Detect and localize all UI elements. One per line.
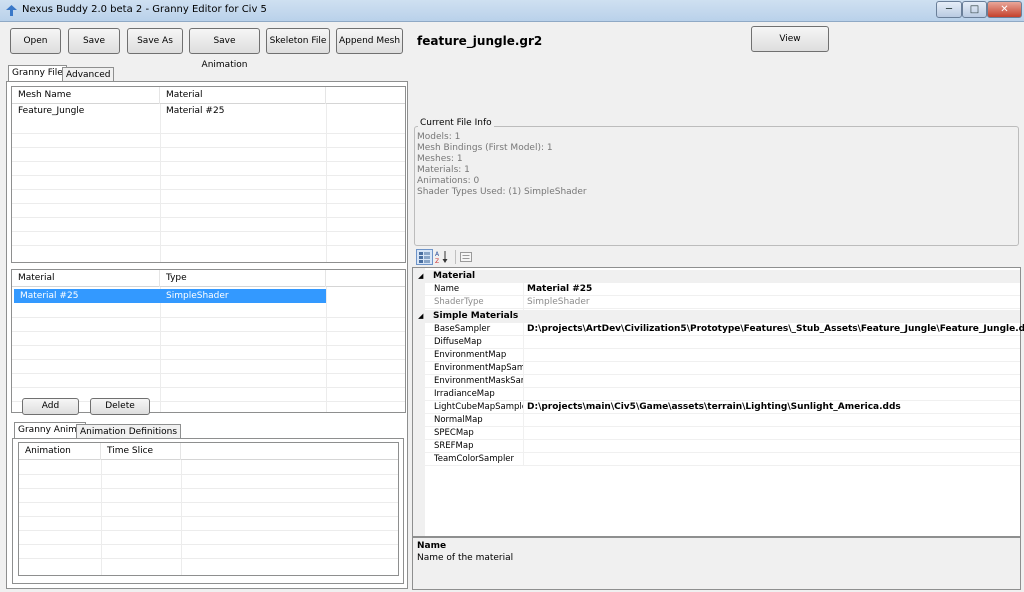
minimize-button[interactable]: ─ xyxy=(936,1,962,18)
append-mesh-button[interactable]: Append Mesh xyxy=(336,28,403,54)
material-grid-header: Material Type xyxy=(12,270,405,287)
info-shader-types: Shader Types Used: (1) SimpleShader xyxy=(417,187,587,197)
close-button[interactable]: ✕ xyxy=(987,1,1022,18)
categorized-view-button[interactable] xyxy=(416,249,433,265)
file-info-legend: Current File Info xyxy=(418,118,494,128)
save-as-button[interactable]: Save As xyxy=(127,28,183,54)
property-name: SPECMap xyxy=(434,428,474,438)
info-meshes: Meshes: 1 xyxy=(417,154,463,164)
svg-text:A: A xyxy=(435,251,440,258)
property-row-srefmap[interactable]: SREFMap xyxy=(413,440,1020,453)
property-name: ShaderType xyxy=(434,297,484,307)
category-label: Simple Materials xyxy=(433,311,519,321)
property-value[interactable]: Material #25 xyxy=(524,283,592,296)
material-grid[interactable]: Material Type Material #25 SimpleShader xyxy=(11,269,406,413)
skeleton-file-button[interactable]: Skeleton File xyxy=(266,28,330,54)
property-row-lightcubemapsampler[interactable]: LightCubeMapSampler D:\projects\main\Civ… xyxy=(413,401,1020,414)
property-row-normalmap[interactable]: NormalMap xyxy=(413,414,1020,427)
column-mesh-name[interactable]: Mesh Name xyxy=(12,87,160,104)
name-value-splitter[interactable] xyxy=(523,283,524,466)
category-simple-materials[interactable]: ◢ Simple Materials xyxy=(413,310,1020,323)
tab-granny-anims[interactable]: Granny Anims xyxy=(14,422,86,439)
tab-animation-definitions[interactable]: Animation Definitions xyxy=(76,424,182,439)
grid-line xyxy=(326,104,327,262)
save-button[interactable]: Save xyxy=(68,28,120,54)
column-type[interactable]: Type xyxy=(160,270,326,287)
file-name-label: feature_jungle.gr2 xyxy=(417,34,543,48)
info-models: Models: 1 xyxy=(417,132,461,142)
property-name: EnvironmentMapSampl xyxy=(434,363,523,373)
column-time-slice[interactable]: Time Slice xyxy=(101,443,181,460)
collapse-icon[interactable]: ◢ xyxy=(418,270,423,283)
column-material[interactable]: Material xyxy=(12,270,160,287)
mesh-grid-header: Mesh Name Material xyxy=(12,87,405,104)
animation-grid[interactable]: Animation Time Slice xyxy=(18,442,399,576)
tab-advanced[interactable]: Advanced xyxy=(62,67,115,82)
property-pages-button[interactable] xyxy=(459,250,473,264)
main-window: Open Save Save As Save Animation Skeleto… xyxy=(0,22,1024,592)
view-button[interactable]: View xyxy=(751,26,829,52)
property-name: TeamColorSampler xyxy=(434,454,515,464)
property-name: EnvironmentMaskSamp xyxy=(434,376,523,386)
cell-material: Material #25 xyxy=(166,106,225,116)
title-bar: Nexus Buddy 2.0 beta 2 - Granny Editor f… xyxy=(0,0,1024,22)
property-pages-icon xyxy=(460,252,472,262)
delete-material-button[interactable]: Delete xyxy=(90,398,150,415)
cell-material: Material #25 xyxy=(20,291,79,301)
property-name: DiffuseMap xyxy=(434,337,482,347)
property-row-environmentmap[interactable]: EnvironmentMap xyxy=(413,349,1020,362)
column-material[interactable]: Material xyxy=(160,87,326,104)
property-row-shadertype[interactable]: ShaderType SimpleShader xyxy=(413,296,1020,309)
add-material-button[interactable]: Add xyxy=(22,398,79,415)
collapse-icon[interactable]: ◢ xyxy=(418,310,423,323)
property-name: LightCubeMapSampler xyxy=(434,402,523,412)
description-title: Name xyxy=(417,541,447,551)
info-mesh-bindings: Mesh Bindings (First Model): 1 xyxy=(417,143,553,153)
property-name: Name xyxy=(434,284,460,294)
tab-granny-file[interactable]: Granny File xyxy=(8,65,67,82)
property-name: NormalMap xyxy=(434,415,483,425)
mesh-grid[interactable]: Mesh Name Material Feature_Jungle Materi… xyxy=(11,86,406,263)
categorized-icon xyxy=(419,252,430,263)
property-name: EnvironmentMap xyxy=(434,350,507,360)
sort-az-icon: A Z xyxy=(435,251,448,265)
property-value[interactable]: D:\projects\ArtDev\Civilization5\Prototy… xyxy=(524,323,1024,336)
window-title: Nexus Buddy 2.0 beta 2 - Granny Editor f… xyxy=(22,4,267,15)
property-description: Name Name of the material xyxy=(412,537,1021,590)
table-row-selected[interactable]: Material #25 SimpleShader xyxy=(14,289,326,303)
save-animation-button[interactable]: Save Animation xyxy=(189,28,260,70)
description-text: Name of the material xyxy=(417,553,514,563)
app-icon xyxy=(6,5,17,16)
grid-line xyxy=(160,104,161,262)
property-name: IrradianceMap xyxy=(434,389,495,399)
info-animations: Animations: 0 xyxy=(417,176,480,186)
property-name: BaseSampler xyxy=(434,324,491,334)
property-name: SREFMap xyxy=(434,441,474,451)
property-row-environmentmasksampler[interactable]: EnvironmentMaskSamp xyxy=(413,375,1020,388)
category-material[interactable]: ◢ Material xyxy=(413,270,1020,283)
category-label: Material xyxy=(433,271,476,281)
cell-type: SimpleShader xyxy=(166,291,229,301)
property-row-name[interactable]: Name Material #25 xyxy=(413,283,1020,296)
column-animation[interactable]: Animation xyxy=(19,443,101,460)
alphabetical-view-button[interactable]: A Z xyxy=(434,249,451,265)
property-row-specmap[interactable]: SPECMap xyxy=(413,427,1020,440)
info-materials: Materials: 1 xyxy=(417,165,470,175)
file-info-text: Models: 1 Mesh Bindings (First Model): 1… xyxy=(417,132,587,198)
property-row-diffusemap[interactable]: DiffuseMap xyxy=(413,336,1020,349)
cell-mesh-name: Feature_Jungle xyxy=(18,106,85,116)
property-row-basesampler[interactable]: BaseSampler D:\projects\ArtDev\Civilizat… xyxy=(413,323,1024,336)
property-grid[interactable]: ◢ Material Name Material #25 ShaderType … xyxy=(412,267,1024,537)
property-value: SimpleShader xyxy=(527,297,590,307)
maximize-button[interactable]: □ xyxy=(962,1,987,18)
property-row-teamcolorsampler[interactable]: TeamColorSampler xyxy=(413,453,1020,466)
open-button[interactable]: Open xyxy=(10,28,61,54)
svg-text:Z: Z xyxy=(435,258,439,265)
property-row-irradiancemap[interactable]: IrradianceMap xyxy=(413,388,1020,401)
table-row[interactable]: Feature_Jungle Material #25 xyxy=(12,104,405,119)
property-value[interactable]: D:\projects\main\Civ5\Game\assets\terrai… xyxy=(524,401,901,414)
property-row-environmentmapsampler[interactable]: EnvironmentMapSampl xyxy=(413,362,1020,375)
animation-grid-header: Animation Time Slice xyxy=(19,443,398,460)
